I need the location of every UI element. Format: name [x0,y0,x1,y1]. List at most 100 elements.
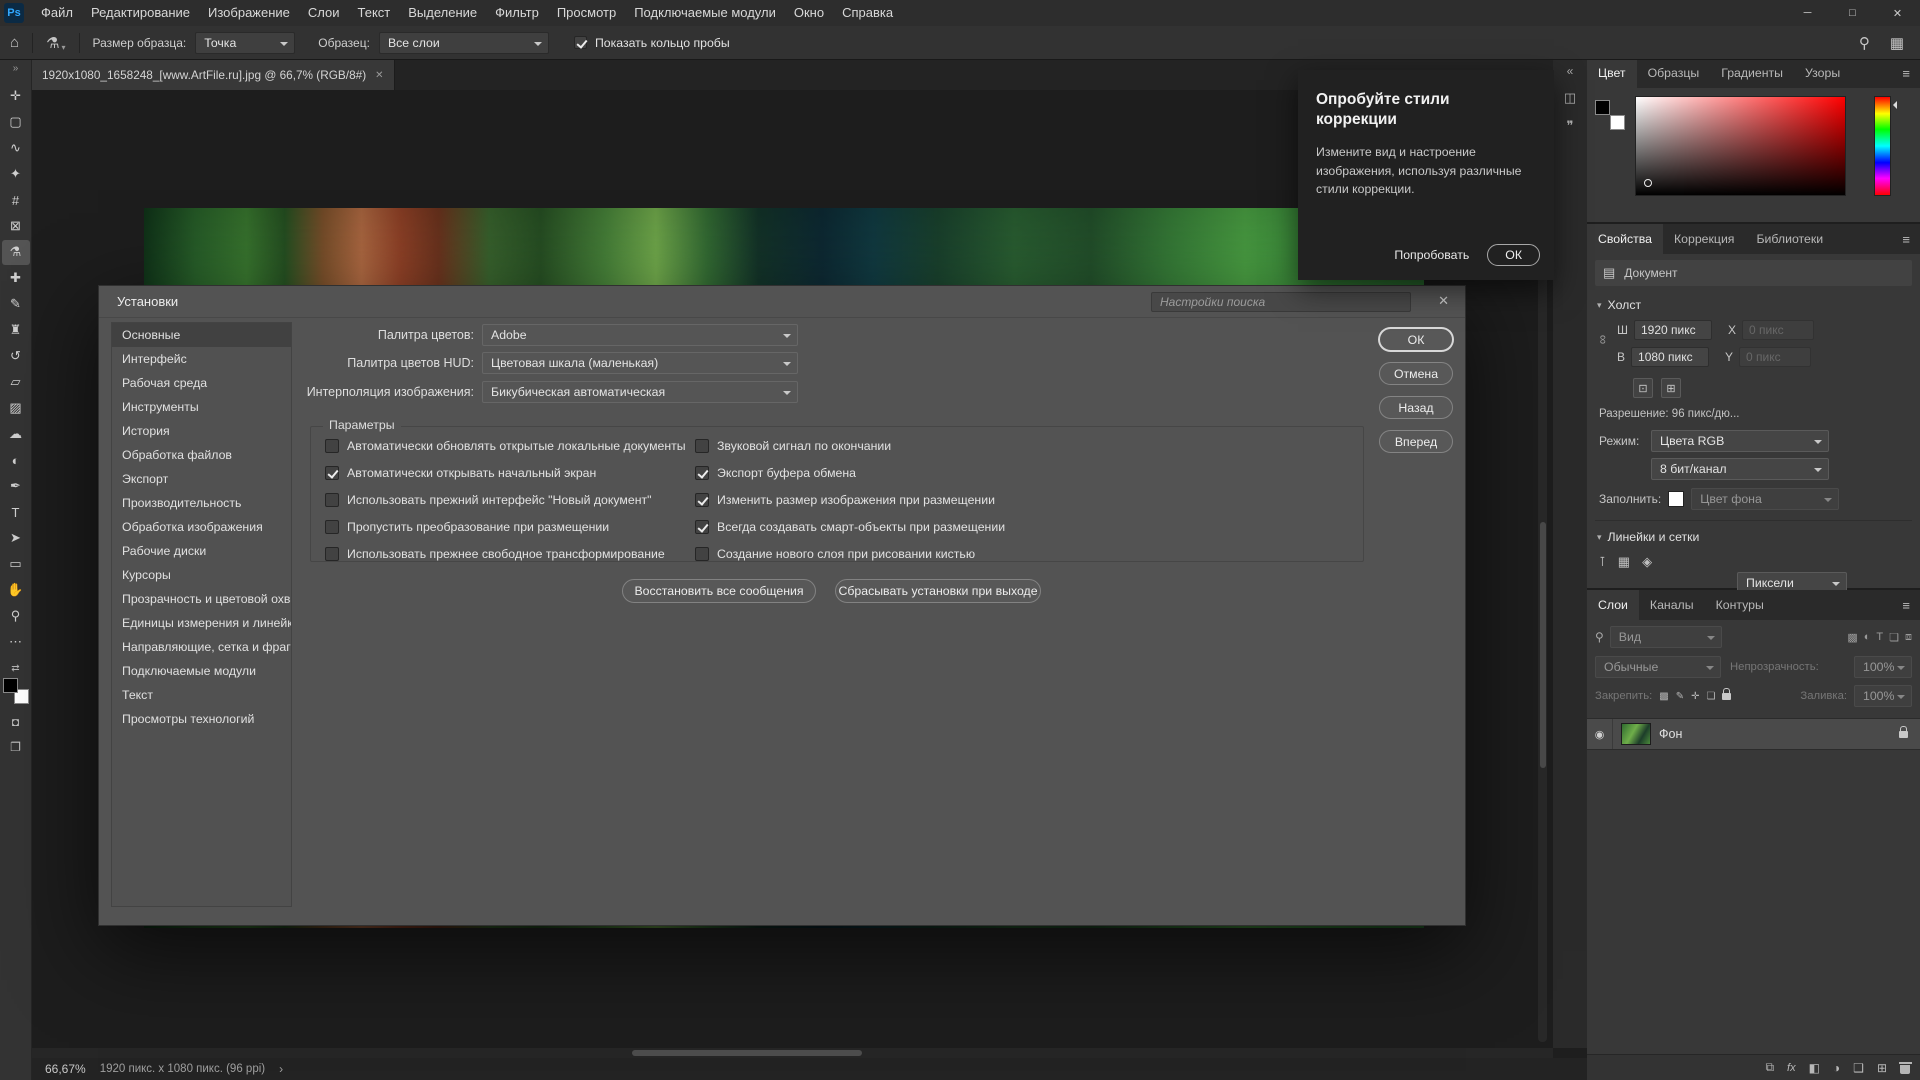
horizontal-scrollbar[interactable] [32,1048,1553,1058]
hue-strip[interactable] [1874,96,1891,196]
panel-tab[interactable]: Узоры [1794,58,1851,88]
hud-color-picker-dropdown[interactable]: Цветовая шкала (маленькая) [482,352,798,374]
dialog-action-button[interactable]: Вперед [1379,430,1453,453]
checkbox[interactable] [695,439,709,453]
fill-color-swatch[interactable] [1668,491,1684,507]
add-layer-mask-icon[interactable]: ◧ [1809,1061,1820,1075]
checkbox[interactable] [325,547,339,561]
panel-tab[interactable]: Свойства [1587,224,1663,254]
bit-depth-dropdown[interactable]: 8 бит/канал [1651,458,1829,480]
preferences-sidebar-item[interactable]: Подключаемые модули [112,659,291,683]
color-mode-dropdown[interactable]: Цвета RGB [1651,430,1829,452]
try-button[interactable]: Попробовать [1394,248,1469,262]
sample-dropdown[interactable]: Все слои [379,32,549,54]
dialog-action-button[interactable]: Назад [1379,396,1453,419]
show-sampling-ring-option[interactable]: Показать кольцо пробы [574,35,730,51]
checkbox[interactable] [325,520,339,534]
canvas-x-field[interactable]: 0 пикс [1742,320,1814,340]
blur-tool[interactable]: ☁ [2,422,30,447]
active-tool-preview[interactable]: ⚗ ▾ [46,34,65,52]
gradient-tool[interactable]: ▨ [2,396,30,421]
color-picker-dropdown[interactable]: Adobe [482,324,798,346]
move-tool[interactable]: ✛ [2,84,30,109]
link-dimensions-icon[interactable]: ∞ [1596,335,1611,344]
preference-option[interactable]: Пропустить преобразование при размещении [325,519,686,535]
menu-item[interactable]: Фильтр [486,0,548,26]
canvas-section-header[interactable]: ▾ Холст [1597,298,1641,312]
panel-tab[interactable]: Градиенты [1710,58,1794,88]
new-group-icon[interactable]: ❑ [1853,1061,1864,1075]
rectangular-marquee-tool[interactable]: ▢ [2,110,30,135]
panel-tab[interactable]: Коррекция [1663,224,1745,254]
layer-effects-icon[interactable]: fx [1787,1062,1796,1074]
preference-option[interactable]: Использовать прежнее свободное трансформ… [325,546,686,562]
menu-item[interactable]: Файл [32,0,82,26]
vertical-scrollbar-thumb[interactable] [1540,522,1546,768]
type-tool[interactable]: T [2,500,30,525]
menu-item[interactable]: Выделение [399,0,486,26]
history-brush-tool[interactable]: ↺ [2,344,30,369]
background-color-swatch[interactable] [1610,115,1625,130]
expand-tools-icon[interactable]: » [13,63,19,79]
hand-tool[interactable]: ✋ [2,578,30,603]
checkbox[interactable] [695,466,709,480]
lock-position-icon[interactable]: ✛ [1691,691,1699,702]
menu-item[interactable]: Подключаемые модули [625,0,785,26]
delete-layer-icon[interactable] [1900,1065,1910,1074]
workspace-switcher-icon[interactable]: ▦ [1890,34,1904,52]
pen-tool[interactable]: ✒ [2,474,30,499]
close-tab-icon[interactable]: ✕ [375,70,383,81]
menu-item[interactable]: Справка [833,0,902,26]
preference-option[interactable]: Автоматически открывать начальный экран [325,465,686,481]
home-icon[interactable]: ⌂ [10,34,19,51]
document-tab[interactable]: 1920x1080_1658248_[www.ArtFile.ru].jpg @… [32,60,395,90]
eraser-tool[interactable]: ▱ [2,370,30,395]
preference-option[interactable]: Изменить размер изображения при размещен… [695,492,1005,508]
preferences-sidebar-item[interactable]: Производительность [112,491,291,515]
preference-option[interactable]: Автоматически обновлять открытые локальн… [325,438,686,454]
search-icon[interactable]: ⚲ [1859,34,1870,52]
preferences-sidebar-item[interactable]: Единицы измерения и линейки [112,611,291,635]
menu-item[interactable]: Текст [349,0,400,26]
rulers-grids-section-header[interactable]: ▾ Линейки и сетки [1597,530,1699,544]
preferences-sidebar-item[interactable]: Направляющие, сетка и фрагменты [112,635,291,659]
color-swatches[interactable] [3,678,29,704]
dialog-title-bar[interactable]: Установки ✕ [99,286,1465,318]
image-size-button[interactable]: ⊞ [1661,378,1681,398]
canvas-size-button[interactable]: ⊡ [1633,378,1653,398]
clone-stamp-tool[interactable]: ♜ [2,318,30,343]
new-layer-icon[interactable]: ⊞ [1877,1061,1887,1075]
collapse-panels-icon[interactable]: « [1567,64,1574,78]
rectangle-tool[interactable]: ▭ [2,552,30,577]
hue-slider-marker[interactable] [1889,101,1897,109]
lock-all-icon[interactable] [1722,693,1731,700]
healing-brush-tool[interactable]: ✚ [2,266,30,291]
lasso-tool[interactable]: ∿ [2,136,30,161]
preference-option[interactable]: Использовать прежний интерфейс "Новый до… [325,492,686,508]
swap-colors-icon[interactable]: ⇄ [11,663,19,674]
opacity-dropdown[interactable]: 100% [1854,656,1912,678]
filter-adjustment-layers-icon[interactable]: ◐ [1864,631,1871,643]
preferences-sidebar-item[interactable]: Интерфейс [112,347,291,371]
checkbox[interactable] [325,493,339,507]
layer-row-background[interactable]: ◉ Фон [1587,718,1920,750]
zoom-tool[interactable]: ⚲ [2,604,30,629]
quick-mask-icon[interactable]: ◘ [12,715,19,729]
canvas-height-field[interactable]: 1080 пикс [1631,347,1709,367]
preference-option[interactable]: Звуковой сигнал по окончании [695,438,1005,454]
foreground-color-swatch[interactable] [1595,100,1610,115]
menu-item[interactable]: Окно [785,0,833,26]
checkbox[interactable] [695,493,709,507]
preferences-search-input[interactable] [1151,292,1411,312]
panel-tab[interactable]: Цвет [1587,58,1637,88]
preference-option[interactable]: Создание нового слоя при рисовании кисть… [695,546,1005,562]
filter-search-icon[interactable]: ⚲ [1595,630,1604,644]
horizontal-scrollbar-thumb[interactable] [632,1050,862,1056]
preferences-sidebar-item[interactable]: Основные [112,323,291,347]
preferences-sidebar-item[interactable]: Прозрачность и цветовой охват [112,587,291,611]
menu-item[interactable]: Изображение [199,0,299,26]
lock-paint-icon[interactable]: ✎ [1676,691,1684,702]
eyedropper-tool[interactable]: ⚗ [2,240,30,265]
quick-selection-tool[interactable]: ✦ [2,162,30,187]
preference-option[interactable]: Экспорт буфера обмена [695,465,1005,481]
